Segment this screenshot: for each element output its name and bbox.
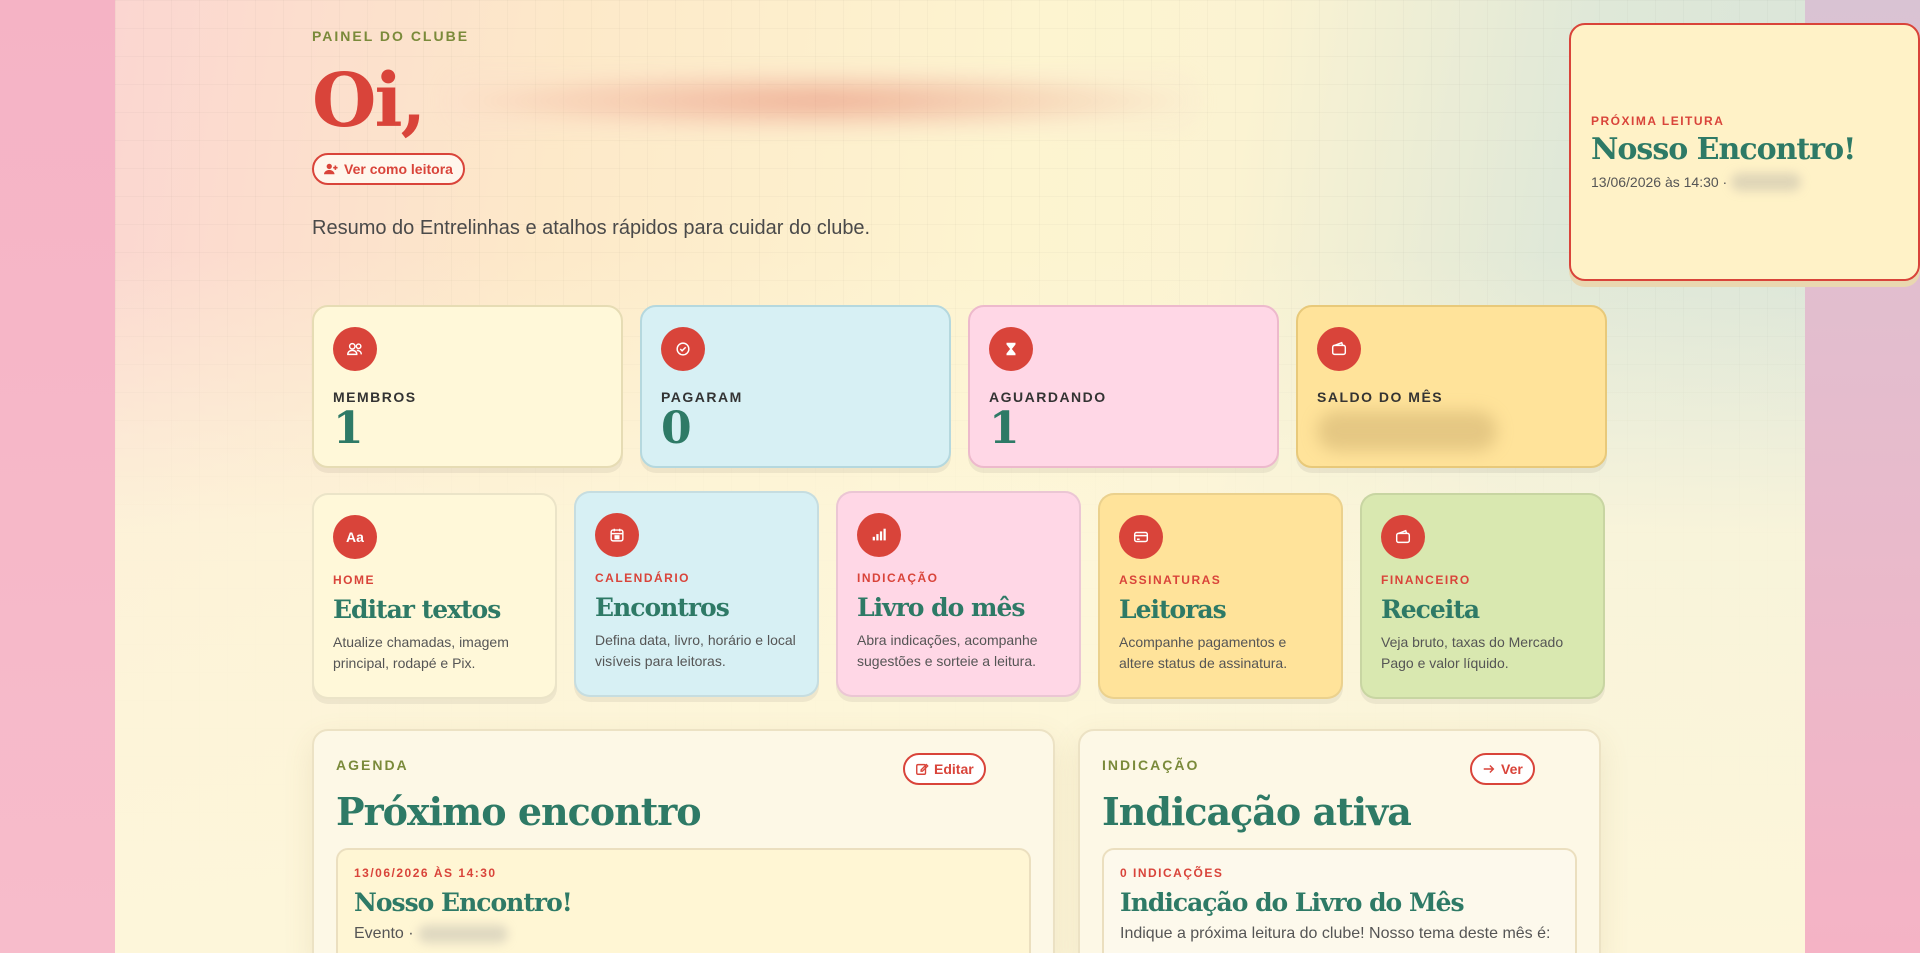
stat-value: 0	[661, 403, 692, 454]
greeting-text: Oi,	[312, 58, 426, 144]
stats-grid: MEMBROS 1 PAGARAM 0 AGUARDANDO 1 SALDO D…	[312, 305, 1608, 468]
stat-label: MEMBROS	[333, 389, 417, 405]
meeting-date: 13/06/2026 ÀS 14:30	[354, 866, 497, 880]
shortcut-description: Atualize chamadas, imagem principal, rod…	[333, 634, 509, 671]
shortcut-category: FINANCEIRO	[1381, 573, 1471, 587]
left-backdrop	[0, 0, 115, 953]
indication-panel: INDICAÇÃO Ver Indicação ativa 0 INDICAÇÕ…	[1078, 729, 1601, 953]
shortcut-description: Veja bruto, taxas do Mercado Pago e valo…	[1381, 634, 1564, 671]
shortcut-card-subscriptions[interactable]: ASSINATURAS Leitoras Acompanhe pagamento…	[1098, 493, 1343, 699]
shortcut-title: Editar textos	[333, 595, 501, 624]
stat-label: SALDO DO MÊS	[1317, 389, 1444, 405]
indication-title: Indicação ativa	[1102, 789, 1412, 834]
shortcut-category: CALENDÁRIO	[595, 571, 690, 585]
stat-card-paid: PAGARAM 0	[640, 305, 951, 468]
stat-value-redacted	[1317, 411, 1497, 451]
stat-card-monthly-balance: SALDO DO MÊS	[1296, 305, 1607, 468]
greeting-heading: Oi,	[312, 58, 1203, 144]
text-icon: Aa	[333, 515, 377, 559]
edit-icon	[915, 762, 929, 776]
user-name-redacted	[442, 69, 1203, 133]
next-reading-location-redacted	[1731, 172, 1802, 191]
next-reading-datetime: 13/06/2026 às 14:30 ·	[1591, 173, 1728, 190]
shortcut-category: HOME	[333, 573, 375, 587]
shortcut-card-indication[interactable]: INDICAÇÃO Livro do mês Abra indicações, …	[836, 491, 1081, 697]
shortcut-title: Leitoras	[1119, 595, 1227, 624]
wallet-icon	[1381, 515, 1425, 559]
meeting-type: Evento ·	[354, 925, 414, 942]
stat-value: 1	[989, 403, 1020, 454]
shortcut-card-home[interactable]: Aa HOME Editar textos Atualize chamadas,…	[312, 493, 557, 699]
indication-card[interactable]: 0 INDICAÇÕES Indicação do Livro do Mês I…	[1102, 848, 1577, 953]
arrow-right-icon	[1482, 762, 1496, 776]
indication-card-text: Indique a próxima leitura do clube! Noss…	[1120, 925, 1551, 942]
shortcut-description: Abra indicações, acompanhe sugestões e s…	[857, 632, 1038, 669]
agenda-title: Próximo encontro	[336, 789, 702, 834]
bar-chart-icon	[857, 513, 901, 557]
agenda-panel: AGENDA Editar Próximo encontro 13/06/202…	[312, 729, 1055, 953]
indication-count: 0 INDICAÇÕES	[1120, 866, 1224, 880]
wallet-icon	[1317, 327, 1361, 371]
indication-card-title: Indicação do Livro do Mês	[1120, 888, 1465, 917]
check-circle-icon	[661, 327, 705, 371]
hourglass-icon	[989, 327, 1033, 371]
shortcuts-grid: Aa HOME Editar textos Atualize chamadas,…	[312, 491, 1608, 699]
shortcut-title: Encontros	[595, 593, 730, 622]
view-as-reader-button[interactable]: Ver como leitora	[312, 153, 465, 185]
next-meeting-card[interactable]: 13/06/2026 ÀS 14:30 Nosso Encontro! Even…	[336, 848, 1031, 953]
meeting-location-redacted	[417, 925, 508, 943]
dashboard-page: PAINEL DO CLUBE Oi, Ver como leitora Res…	[115, 0, 1920, 953]
meeting-title: Nosso Encontro!	[354, 888, 573, 917]
stat-value: 1	[333, 403, 364, 454]
next-reading-card[interactable]: PRÓXIMA LEITURA Nosso Encontro! 13/06/20…	[1569, 23, 1920, 281]
view-button[interactable]: Ver	[1470, 753, 1535, 785]
next-reading-label: PRÓXIMA LEITURA	[1591, 113, 1725, 128]
stat-label: PAGARAM	[661, 389, 743, 405]
credit-card-icon	[1119, 515, 1163, 559]
edit-button[interactable]: Editar	[903, 753, 986, 785]
users-icon	[333, 327, 377, 371]
shortcut-description: Defina data, livro, horário e local visí…	[595, 632, 796, 669]
shortcut-title: Livro do mês	[857, 593, 1025, 622]
dashboard-subtitle: Resumo do Entrelinhas e atalhos rápidos …	[312, 217, 871, 239]
user-icon	[324, 162, 338, 176]
next-reading-title: Nosso Encontro!	[1591, 131, 1856, 167]
next-reading-meta: 13/06/2026 às 14:30 ·	[1591, 172, 1898, 191]
shortcut-card-finance[interactable]: FINANCEIRO Receita Veja bruto, taxas do …	[1360, 493, 1605, 699]
view-label: Ver	[1501, 761, 1523, 777]
shortcut-title: Receita	[1381, 595, 1480, 624]
stat-label: AGUARDANDO	[989, 389, 1107, 405]
shortcut-category: ASSINATURAS	[1119, 573, 1222, 587]
stat-card-members: MEMBROS 1	[312, 305, 623, 468]
calendar-icon	[595, 513, 639, 557]
shortcut-description: Acompanhe pagamentos e altere status de …	[1119, 634, 1288, 671]
shortcut-category: INDICAÇÃO	[857, 571, 939, 585]
edit-label: Editar	[934, 761, 974, 777]
view-as-label: Ver como leitora	[344, 161, 453, 177]
stat-card-waiting: AGUARDANDO 1	[968, 305, 1279, 468]
meeting-meta: Evento ·	[354, 925, 1013, 943]
dashboard-eyebrow: PAINEL DO CLUBE	[312, 28, 470, 44]
greeting-section: PAINEL DO CLUBE Oi,	[312, 28, 1203, 144]
shortcut-card-calendar[interactable]: CALENDÁRIO Encontros Defina data, livro,…	[574, 491, 819, 697]
